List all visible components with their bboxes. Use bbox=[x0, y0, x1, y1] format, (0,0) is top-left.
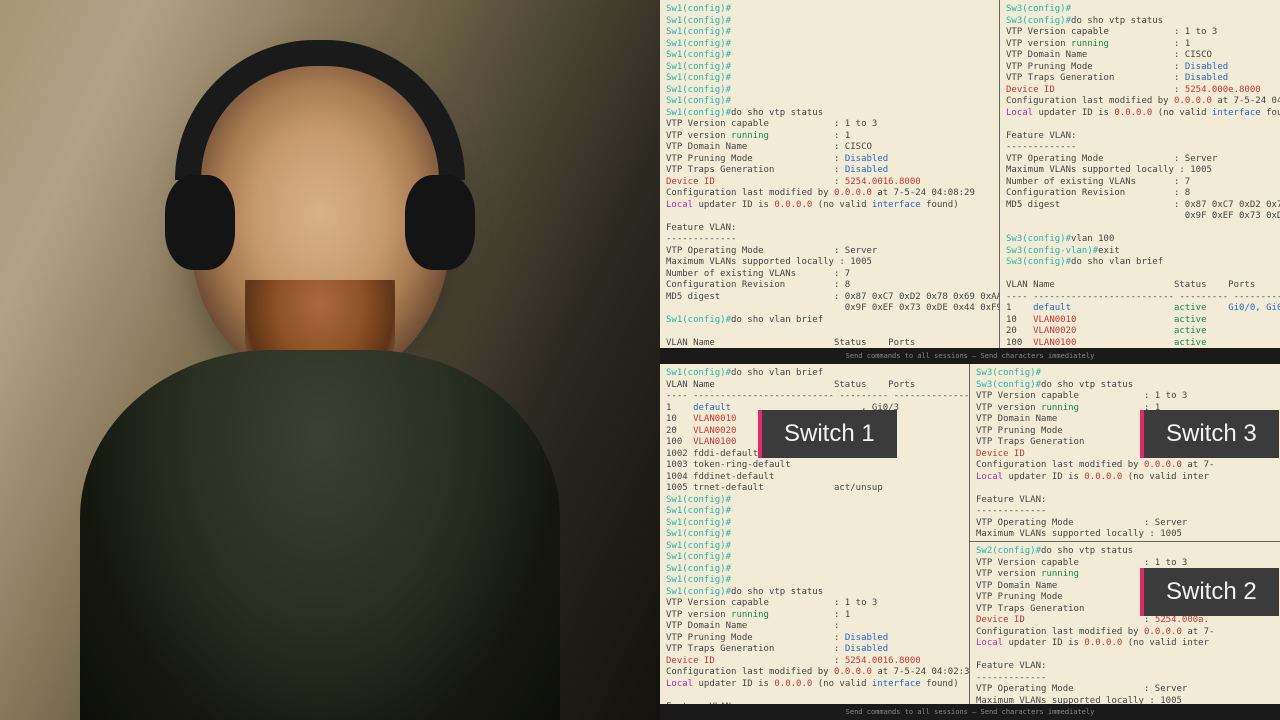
terminal-sw1-top[interactable]: Sw1(config)# Sw1(config)# Sw1(config)# S… bbox=[660, 0, 1000, 348]
presenter-photo bbox=[0, 0, 660, 720]
session-bar-bottom: Send commands to all sessions – Send cha… bbox=[660, 704, 1280, 720]
prompt: Sw1(config)# bbox=[666, 4, 731, 14]
headphones-shape bbox=[175, 40, 465, 180]
label-switch1: Switch 1 bbox=[758, 410, 897, 458]
label-switch2: Switch 2 bbox=[1140, 568, 1279, 616]
headphone-left bbox=[165, 175, 235, 270]
face-shape bbox=[245, 280, 395, 400]
terminal-sw3-top[interactable]: Sw3(config)# Sw3(config)#do sho vtp stat… bbox=[1000, 0, 1280, 348]
headphone-right bbox=[405, 175, 475, 270]
label-switch3: Switch 3 bbox=[1140, 410, 1279, 458]
session-bar-top: Send commands to all sessions – Send cha… bbox=[660, 348, 1280, 364]
